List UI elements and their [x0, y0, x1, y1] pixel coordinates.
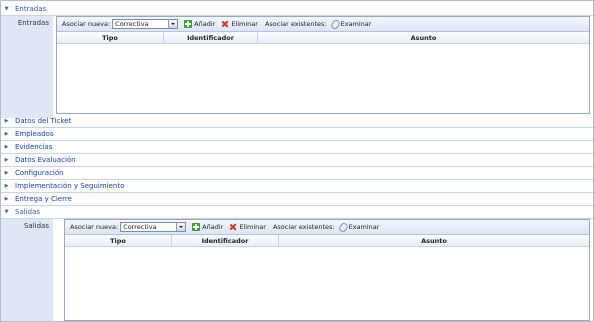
section-header-entrega-y-cierre[interactable]: ▶ Entrega y Cierre	[1, 193, 593, 206]
delete-button-label: Eliminar	[239, 223, 266, 231]
browse-button[interactable]: Examinar	[337, 221, 380, 233]
associate-existing-label: Asociar existentes:	[272, 223, 335, 231]
section-header-salidas[interactable]: ▼ Salidas	[1, 206, 593, 219]
section-header-datos-evaluacion[interactable]: ▶ Datos Evaluación	[1, 154, 593, 167]
paperclip-icon	[337, 221, 349, 233]
section-header-entradas[interactable]: ▼ Entradas	[1, 3, 593, 16]
x-icon	[221, 20, 229, 28]
section-title: Datos Evaluación	[15, 156, 76, 164]
section-title: Salidas	[15, 208, 41, 216]
section-title: Implementación y Seguimiento	[15, 182, 125, 190]
x-icon	[229, 223, 237, 231]
chevron-down-icon[interactable]	[176, 223, 186, 231]
form-container: ▼ Entradas Entradas Asociar nueva: Corre…	[0, 0, 594, 322]
triangle-right-icon: ▶	[4, 196, 9, 202]
column-header-identificador[interactable]: Identificador	[172, 235, 279, 246]
section-title: Entrega y Cierre	[15, 195, 72, 203]
section-title: Evidencias	[15, 143, 53, 151]
field-label-salidas: Salidas	[23, 222, 49, 230]
browse-button[interactable]: Examinar	[329, 18, 372, 30]
triangle-right-icon: ▶	[4, 157, 9, 163]
triangle-down-icon: ▼	[4, 209, 9, 215]
add-button-label: Añadir	[194, 20, 216, 28]
plus-icon	[192, 223, 201, 231]
salidas-grid-panel: Asociar nueva: Correctiva Añadir Elimina…	[64, 219, 590, 321]
field-label-column: Salidas	[1, 219, 53, 321]
triangle-right-icon: ▶	[4, 144, 9, 150]
entradas-grid-header: Tipo Identificador Asunto	[57, 32, 589, 44]
section-body-salidas: Salidas Asociar nueva: Correctiva Añadir…	[1, 219, 593, 321]
salidas-toolbar: Asociar nueva: Correctiva Añadir Elimina…	[65, 220, 589, 235]
delete-button[interactable]: Eliminar	[221, 20, 258, 28]
section-header-configuracion[interactable]: ▶ Configuración	[1, 167, 593, 180]
type-select[interactable]: Correctiva	[120, 222, 187, 232]
column-header-tipo[interactable]: Tipo	[65, 235, 172, 246]
add-button-label: Añadir	[202, 223, 224, 231]
section-header-evidencias[interactable]: ▶ Evidencias	[1, 141, 593, 154]
triangle-right-icon: ▶	[4, 183, 9, 189]
delete-button-label: Eliminar	[231, 20, 258, 28]
section-title: Configuración	[15, 169, 64, 177]
field-label-column: Entradas	[1, 16, 53, 118]
type-select[interactable]: Correctiva	[112, 19, 179, 29]
paperclip-icon	[329, 18, 341, 30]
associate-new-label: Asociar nueva:	[70, 223, 119, 231]
section-header-empleados[interactable]: ▶ Empleados	[1, 128, 593, 141]
section-title: Empleados	[15, 130, 54, 138]
add-button[interactable]: Añadir	[184, 20, 215, 28]
section-header-implementacion-y-seguimiento[interactable]: ▶ Implementación y Seguimiento	[1, 180, 593, 193]
chevron-down-icon[interactable]	[168, 20, 178, 28]
browse-button-label: Examinar	[348, 223, 380, 231]
section-header-datos-del-ticket[interactable]: ▶ Datos del Ticket	[1, 115, 593, 128]
section-body-entradas: Entradas Asociar nueva: Correctiva Añadi…	[1, 16, 593, 118]
triangle-down-icon: ▼	[4, 6, 9, 12]
delete-button[interactable]: Eliminar	[229, 223, 266, 231]
column-header-asunto[interactable]: Asunto	[279, 235, 589, 246]
associate-existing-label: Asociar existentes:	[264, 20, 327, 28]
triangle-right-icon: ▶	[4, 131, 9, 137]
field-label-entradas: Entradas	[17, 19, 49, 27]
salidas-grid-header: Tipo Identificador Asunto	[65, 235, 589, 247]
browse-button-label: Examinar	[340, 20, 372, 28]
plus-icon	[184, 20, 193, 28]
section-title: Entradas	[15, 5, 47, 13]
column-header-asunto[interactable]: Asunto	[258, 32, 589, 43]
column-header-identificador[interactable]: Identificador	[164, 32, 258, 43]
triangle-right-icon: ▶	[4, 170, 9, 176]
entradas-toolbar: Asociar nueva: Correctiva Añadir Elimina…	[57, 17, 589, 32]
type-select-value: Correctiva	[123, 223, 157, 231]
section-title: Datos del Ticket	[15, 117, 72, 125]
type-select-value: Correctiva	[115, 20, 149, 28]
entradas-grid-panel: Asociar nueva: Correctiva Añadir Elimina…	[56, 16, 590, 114]
add-button[interactable]: Añadir	[192, 223, 223, 231]
column-header-tipo[interactable]: Tipo	[57, 32, 164, 43]
triangle-right-icon: ▶	[4, 118, 9, 124]
associate-new-label: Asociar nueva:	[62, 20, 111, 28]
